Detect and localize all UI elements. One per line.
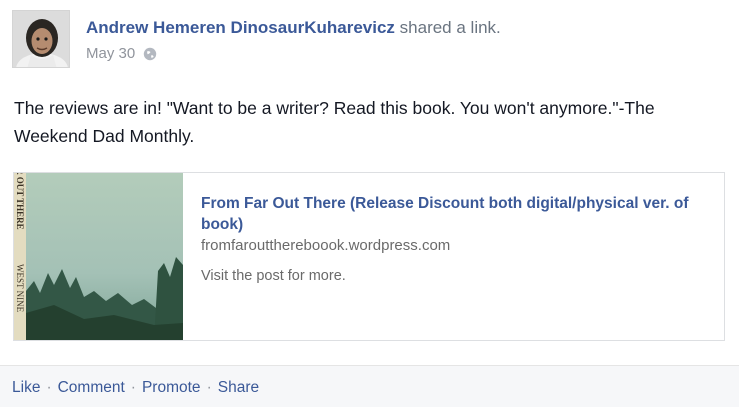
- thumbnail-title-text: R OUT THERE: [15, 173, 25, 230]
- link-domain: fromfaroutthereboook.wordpress.com: [201, 237, 451, 254]
- post-actions-bar: Like · Comment · Promote · Share: [0, 365, 739, 407]
- link-title[interactable]: From Far Out There (Release Discount bot…: [201, 193, 711, 235]
- thumbnail-author-text: WEST NINE: [15, 264, 25, 313]
- separator: ·: [206, 379, 212, 396]
- avatar[interactable]: [12, 10, 70, 68]
- like-link[interactable]: Like: [12, 379, 40, 396]
- separator: ·: [130, 379, 136, 396]
- link-thumbnail[interactable]: R OUT THERE WEST NINE: [14, 173, 183, 340]
- post-text: The reviews are in! "Want to be a writer…: [14, 98, 655, 146]
- separator: ·: [46, 379, 52, 396]
- profile-photo: [13, 11, 69, 67]
- promote-link[interactable]: Promote: [142, 379, 201, 396]
- author-name[interactable]: Andrew Hemeren DinosaurKuharevicz: [86, 18, 395, 37]
- post-meta: May 30: [86, 45, 157, 62]
- share-link[interactable]: Share: [218, 379, 259, 396]
- comment-link[interactable]: Comment: [58, 379, 125, 396]
- post-header: Andrew Hemeren DinosaurKuharevicz shared…: [86, 18, 501, 38]
- post-actions: Like · Comment · Promote · Share: [12, 379, 259, 397]
- globe-icon[interactable]: [143, 47, 157, 61]
- shared-verb: shared a link.: [399, 18, 501, 37]
- link-info: From Far Out There (Release Discount bot…: [201, 193, 711, 284]
- post-date[interactable]: May 30: [86, 45, 135, 62]
- link-preview-card[interactable]: R OUT THERE WEST NINE From Far Out There…: [13, 172, 725, 341]
- link-description: Visit the post for more.: [201, 268, 346, 284]
